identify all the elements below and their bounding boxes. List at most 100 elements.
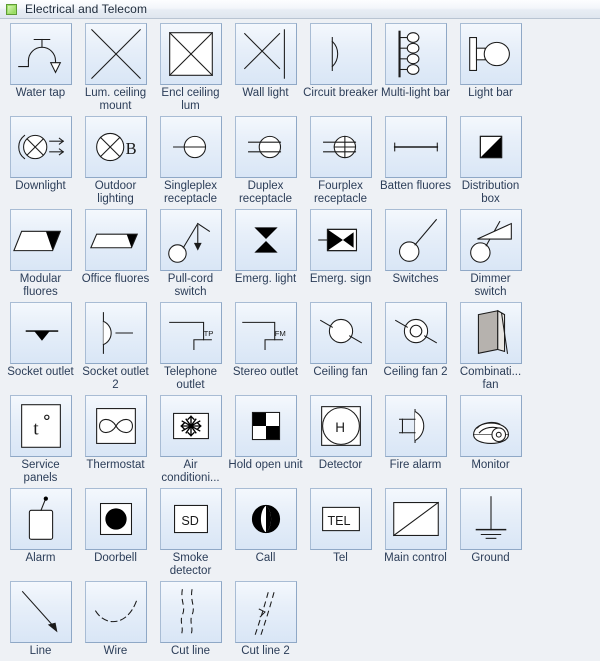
dome-camera-symbol[interactable] (459, 395, 522, 457)
stencil-item-pull-cord-switch[interactable]: Pull-cord switch (153, 209, 228, 299)
ceiling-fan-symbol[interactable] (309, 302, 372, 364)
fourplex-receptacle-symbol[interactable] (309, 116, 372, 178)
stencil-item-distribution-box[interactable]: Distribution box (453, 116, 528, 206)
stencil-item-singleplex-receptacle[interactable]: Singleplex receptacle (153, 116, 228, 206)
singleplex-receptacle-symbol[interactable] (159, 116, 222, 178)
stencil-item-hold-open-unit[interactable]: Hold open unit (228, 395, 303, 485)
water-tap-symbol[interactable] (9, 23, 72, 85)
stencil-item-label: Smoke detector (169, 552, 212, 577)
stereo-outlet-symbol[interactable]: FM (234, 302, 297, 364)
stencil-item-cut-line-2[interactable]: Cut line 2 (228, 581, 303, 658)
stencil-item-multi-light-bar[interactable]: Multi-light bar (378, 23, 453, 113)
stencil-item-alarm[interactable]: Alarm (3, 488, 78, 578)
stencil-item-light-bar[interactable]: Light bar (453, 23, 528, 113)
stencil-item-telephone-outlet[interactable]: TP Telephone outlet (153, 302, 228, 392)
batten-fluorescent-symbol[interactable] (384, 116, 447, 178)
light-bar-symbol[interactable] (459, 23, 522, 85)
duplex-receptacle-symbol[interactable] (234, 116, 297, 178)
stencil-item-socket-outlet-2[interactable]: Socket outlet 2 (78, 302, 153, 392)
stencil-item-wire[interactable]: Wire (78, 581, 153, 658)
stencil-item-encl-ceiling-lum[interactable]: Encl ceiling lum (153, 23, 228, 113)
stencil-item-ground[interactable]: Ground (453, 488, 528, 578)
stencil-item-combination-fan[interactable]: Combinati... fan (453, 302, 528, 392)
fire-alarm-symbol[interactable] (384, 395, 447, 457)
x-cross-with-wall-line-symbol[interactable] (234, 23, 297, 85)
stencil-item-main-control[interactable]: Main control (378, 488, 453, 578)
stencil-item-dimmer-switch[interactable]: Dimmer switch (453, 209, 528, 299)
dimmer-switch-symbol[interactable] (459, 209, 522, 271)
socket-outlet-symbol[interactable] (9, 302, 72, 364)
thermostat-infinity-symbol[interactable] (84, 395, 147, 457)
stencil-item-outdoor-lighting[interactable]: B Outdoor lighting (78, 116, 153, 206)
stencil-item-emerg-sign[interactable]: Emerg. sign (303, 209, 378, 299)
stencil-item-air-conditioning[interactable]: Air conditioni... (153, 395, 228, 485)
socket-outlet-2-symbol[interactable] (84, 302, 147, 364)
stencil-item-circuit-breaker[interactable]: Circuit breaker (303, 23, 378, 113)
svg-text:B: B (125, 139, 136, 158)
stencil-item-label: Duplex receptacle (238, 180, 293, 205)
x-cross-symbol[interactable] (84, 23, 147, 85)
stencil-item-duplex-receptacle[interactable]: Duplex receptacle (228, 116, 303, 206)
doorbell-symbol[interactable] (84, 488, 147, 550)
stencil-item-ceiling-fan[interactable]: Ceiling fan (303, 302, 378, 392)
downlight-symbol[interactable] (9, 116, 72, 178)
alarm-symbol[interactable] (9, 488, 72, 550)
stencil-item-wall-light[interactable]: Wall light (228, 23, 303, 113)
dashed-wire-symbol[interactable] (84, 581, 147, 643)
pull-cord-switch-symbol[interactable] (159, 209, 222, 271)
stencil-item-label: Wire (103, 645, 128, 657)
ground-symbol[interactable] (459, 488, 522, 550)
main-control-symbol[interactable] (384, 488, 447, 550)
stencil-item-label: Circuit breaker (303, 87, 378, 99)
stencil-item-lum-ceiling-mount[interactable]: Lum. ceiling mount (78, 23, 153, 113)
service-panel-symbol[interactable]: t (9, 395, 72, 457)
stencil-item-thermostat[interactable]: Thermostat (78, 395, 153, 485)
boxed-x-cross-symbol[interactable] (159, 23, 222, 85)
stencil-item-switches[interactable]: Switches (378, 209, 453, 299)
svg-text:FM: FM (274, 329, 285, 338)
stencil-item-doorbell[interactable]: Doorbell (78, 488, 153, 578)
office-fluorescent-symbol[interactable] (84, 209, 147, 271)
stencil-item-downlight[interactable]: Downlight (3, 116, 78, 206)
circuit-breaker-symbol[interactable] (309, 23, 372, 85)
stencil-item-cut-line[interactable]: Cut line (153, 581, 228, 658)
bowtie-symbol[interactable] (234, 209, 297, 271)
stencil-item-emerg-light[interactable]: Emerg. light (228, 209, 303, 299)
stencil-item-ceiling-fan-2[interactable]: Ceiling fan 2 (378, 302, 453, 392)
arrow-line-symbol[interactable] (9, 581, 72, 643)
call-symbol[interactable] (234, 488, 297, 550)
distribution-box-symbol[interactable] (459, 116, 522, 178)
stencil-item-fire-alarm[interactable]: Fire alarm (378, 395, 453, 485)
stencil-item-detector[interactable]: H Detector (303, 395, 378, 485)
detector-symbol[interactable]: H (309, 395, 372, 457)
stencil-item-fourplex-receptacle[interactable]: Fourplex receptacle (303, 116, 378, 206)
stencil-item-line[interactable]: Line (3, 581, 78, 658)
multi-light-bar-symbol[interactable] (384, 23, 447, 85)
stencil-item-label: Thermostat (86, 459, 145, 471)
stencil-item-batten-fluores[interactable]: Batten fluores (378, 116, 453, 206)
stencil-item-socket-outlet[interactable]: Socket outlet (3, 302, 78, 392)
checkerboard-symbol[interactable] (234, 395, 297, 457)
switch-symbol[interactable] (384, 209, 447, 271)
stencil-item-tel[interactable]: TEL Tel (303, 488, 378, 578)
emergency-sign-symbol[interactable] (309, 209, 372, 271)
stencil-item-modular-fluores[interactable]: Modular fluores (3, 209, 78, 299)
telephone-outlet-symbol[interactable]: TP (159, 302, 222, 364)
stencil-item-call[interactable]: Call (228, 488, 303, 578)
smoke-detector-symbol[interactable]: SD (159, 488, 222, 550)
cut-line-symbol[interactable] (159, 581, 222, 643)
stencil-item-office-fluores[interactable]: Office fluores (78, 209, 153, 299)
circled-x-with-b-symbol[interactable]: B (84, 116, 147, 178)
combination-fan-symbol[interactable] (459, 302, 522, 364)
stencil-item-monitor[interactable]: Monitor (453, 395, 528, 485)
tel-symbol[interactable]: TEL (309, 488, 372, 550)
stencil-item-service-panels[interactable]: t Service panels (3, 395, 78, 485)
ceiling-fan-2-symbol[interactable] (384, 302, 447, 364)
stencil-item-label: Air conditioni... (161, 459, 220, 484)
stencil-item-stereo-outlet[interactable]: FM Stereo outlet (228, 302, 303, 392)
modular-fluorescent-symbol[interactable] (9, 209, 72, 271)
stencil-item-water-tap[interactable]: Water tap (3, 23, 78, 113)
cut-line-2-symbol[interactable] (234, 581, 297, 643)
stencil-item-smoke-detector[interactable]: SD Smoke detector (153, 488, 228, 578)
snowflake-symbol[interactable] (159, 395, 222, 457)
